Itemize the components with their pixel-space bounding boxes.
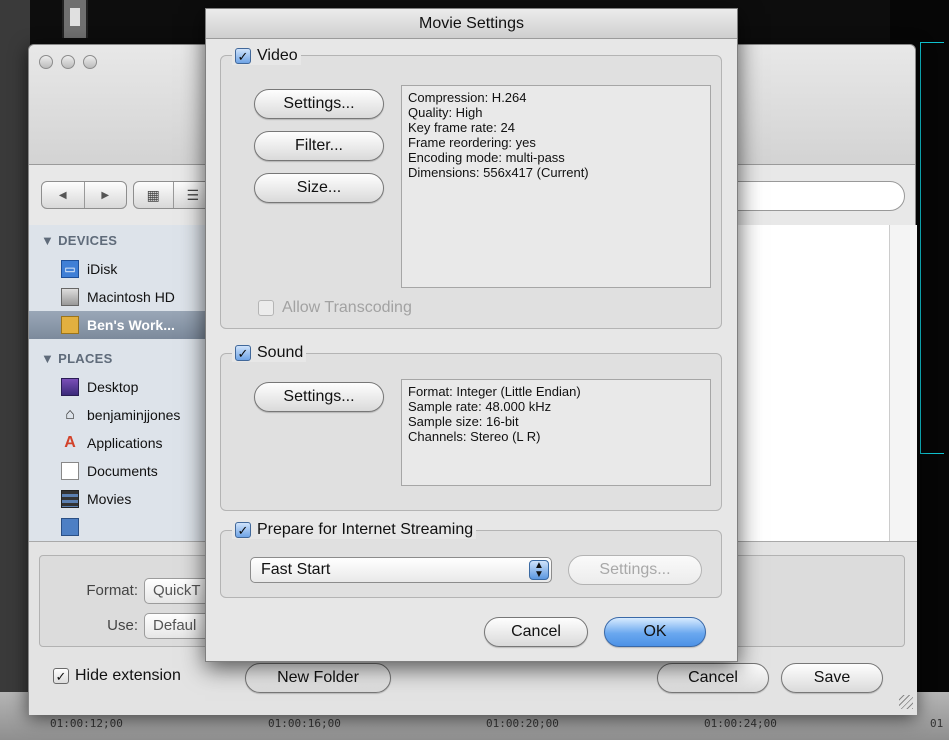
places-section-header[interactable]: ▼ PLACES [41, 351, 113, 366]
format-label: Format: [86, 582, 138, 599]
back-forward-control: ◀ ▶ [41, 181, 127, 209]
sidebar-item-label: Movies [87, 491, 132, 507]
hard-drive-icon [61, 288, 79, 306]
cancel-save-button[interactable]: Cancel [657, 663, 769, 693]
forward-arrow-icon[interactable]: ▶ [85, 182, 127, 208]
sidebar-item-bens-work[interactable]: Ben's Work... [29, 311, 209, 339]
documents-icon [61, 462, 79, 480]
sidebar-item-label: benjaminjjones [87, 407, 181, 423]
sidebar-item-music-partial[interactable] [29, 513, 209, 541]
sound-legend[interactable]: ✓ Sound [232, 344, 307, 362]
minimize-window-icon[interactable] [61, 55, 75, 69]
video-info-line: Frame reordering: yes [408, 135, 536, 150]
viewer-frame-outline [920, 42, 944, 454]
video-info-line: Quality: High [408, 105, 483, 120]
sidebar-item-movies[interactable]: Movies [29, 485, 209, 513]
video-info-line: Dimensions: 556x417 (Current) [408, 165, 589, 180]
sidebar-item-idisk[interactable]: ▭ iDisk [29, 255, 209, 283]
sidebar-item-desktop[interactable]: Desktop [29, 373, 209, 401]
close-window-icon[interactable] [39, 55, 53, 69]
video-info-line: Key frame rate: 24 [408, 120, 515, 135]
movies-icon [61, 490, 79, 508]
size-button[interactable]: Size... [254, 173, 384, 203]
sidebar-item-label: Macintosh HD [87, 289, 175, 305]
dialog-cancel-button[interactable]: Cancel [484, 617, 588, 647]
allow-transcoding-label: Allow Transcoding [282, 299, 412, 316]
finder-sidebar: ▼ DEVICES ▭ iDisk Macintosh HD Ben's Wor… [29, 225, 209, 541]
devices-section-header[interactable]: ▼ DEVICES [41, 233, 117, 248]
sidebar-item-home[interactable]: ⌂ benjaminjjones [29, 401, 209, 429]
zoom-window-icon[interactable] [83, 55, 97, 69]
streaming-settings-button: Settings... [568, 555, 702, 585]
sound-settings-button[interactable]: Settings... [254, 382, 384, 412]
new-folder-button[interactable]: New Folder [245, 663, 391, 693]
sidebar-item-documents[interactable]: Documents [29, 457, 209, 485]
sidebar-item-label: iDisk [87, 261, 118, 277]
sidebar-item-applications[interactable]: A Applications [29, 429, 209, 457]
disclosure-triangle-icon: ▼ [41, 233, 59, 248]
video-info-line: Compression: H.264 [408, 90, 527, 105]
popup-arrows-icon: ▲ ▼ [529, 560, 549, 580]
music-icon [61, 518, 79, 536]
allow-transcoding-control: ✓ Allow Transcoding [258, 299, 412, 317]
streaming-legend[interactable]: ✓ Prepare for Internet Streaming [232, 521, 477, 539]
timecode-label: 01:00:20;00 [486, 717, 559, 730]
video-label: Video [257, 47, 298, 64]
sidebar-item-macintosh-hd[interactable]: Macintosh HD [29, 283, 209, 311]
streaming-checkbox[interactable]: ✓ [235, 522, 251, 538]
film-strip-thumbnail [62, 0, 88, 38]
timecode-label: 01:00:12;00 [50, 717, 123, 730]
timecode-label: 01:00:24;00 [704, 717, 777, 730]
timecode-label: 01:00:16;00 [268, 717, 341, 730]
video-checkbox[interactable]: ✓ [235, 48, 251, 64]
video-info-box: Compression: H.264 Quality: High Key fra… [401, 85, 711, 288]
back-arrow-icon[interactable]: ◀ [42, 182, 85, 208]
dialog-title: Movie Settings [206, 9, 737, 39]
home-icon: ⌂ [65, 406, 75, 423]
video-info-line: Encoding mode: multi-pass [408, 150, 565, 165]
ok-button[interactable]: OK [604, 617, 706, 647]
video-settings-button[interactable]: Settings... [254, 89, 384, 119]
sound-info-line: Sample size: 16-bit [408, 414, 519, 429]
video-legend[interactable]: ✓ Video [232, 47, 301, 65]
sidebar-item-label: Documents [87, 463, 158, 479]
sidebar-item-label: Ben's Work... [87, 317, 175, 333]
hide-extension-checkbox[interactable]: ✓ [53, 668, 69, 684]
resize-grip-icon[interactable] [899, 695, 913, 709]
allow-transcoding-checkbox: ✓ [258, 300, 274, 316]
disclosure-triangle-icon: ▼ [41, 351, 59, 366]
hide-extension-label: Hide extension [75, 667, 181, 684]
desktop-icon [61, 378, 79, 396]
hide-extension-control[interactable]: ✓ Hide extension [53, 667, 181, 685]
streaming-type-value: Fast Start [261, 561, 331, 578]
sidebar-item-label: Desktop [87, 379, 139, 395]
use-label: Use: [107, 617, 138, 634]
view-mode-control: ▦ ☰ [133, 181, 213, 209]
editor-left-strip [0, 0, 30, 740]
streaming-label: Prepare for Internet Streaming [257, 521, 474, 538]
timecode-label: 01 [930, 717, 944, 730]
sound-info-line: Format: Integer (Little Endian) [408, 384, 581, 399]
sidebar-item-label: Applications [87, 435, 163, 451]
streaming-type-popup[interactable]: Fast Start ▲ ▼ [250, 557, 552, 583]
save-button[interactable]: Save [781, 663, 883, 693]
applications-icon: A [64, 434, 76, 451]
icon-view-icon[interactable]: ▦ [134, 182, 174, 208]
sound-info-line: Channels: Stereo (L R) [408, 429, 541, 444]
file-browser-column[interactable] [889, 225, 917, 541]
sound-info-box: Format: Integer (Little Endian) Sample r… [401, 379, 711, 486]
sound-checkbox[interactable]: ✓ [235, 345, 251, 361]
sound-info-line: Sample rate: 48.000 kHz [408, 399, 552, 414]
sound-label: Sound [257, 344, 304, 361]
filter-button[interactable]: Filter... [254, 131, 384, 161]
external-drive-icon [61, 316, 79, 334]
idisk-icon: ▭ [61, 260, 79, 278]
movie-settings-dialog: Movie Settings ✓ Video Settings... Filte… [205, 8, 738, 662]
